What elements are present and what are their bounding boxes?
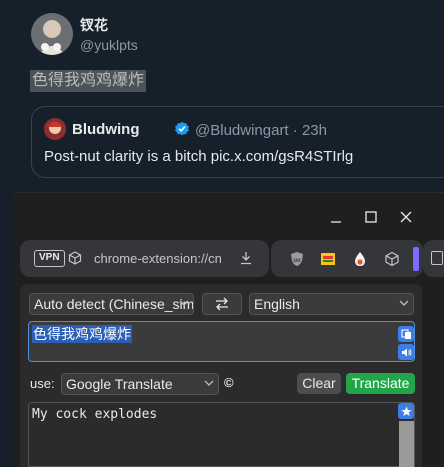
close-button[interactable] [396,209,416,225]
source-language-select[interactable]: Auto detect (Chinese_simplified) [29,293,194,315]
chevron-down-icon [179,300,189,306]
tab-icon[interactable] [431,251,443,265]
maximize-button[interactable] [361,209,381,225]
quoted-time[interactable]: · 23h [293,122,327,139]
extension-cube-icon [68,251,82,265]
vpn-badge[interactable]: VPN [34,250,65,267]
source-text-input[interactable]: 色得我鸡鸡爆炸 [28,321,415,362]
swap-arrows-icon [216,297,228,311]
favorite-button[interactable] [398,403,414,419]
author-name[interactable]: 钗花 [80,15,108,35]
drop-extension-icon[interactable] [352,251,368,267]
engine-label: use: [30,376,55,391]
quoted-handle-text[interactable]: @Bludwingart [195,122,289,139]
speaker-icon [401,348,411,356]
translate-button[interactable]: Translate [346,373,415,394]
maximize-icon [365,211,377,223]
verified-badge-icon [175,121,189,136]
target-language-select[interactable]: English [249,293,414,315]
minimize-button[interactable] [326,209,346,225]
extensions-bar: uo [271,240,423,277]
side-toolbar [423,240,444,277]
copy-icon [400,328,411,339]
source-text: 色得我鸡鸡爆炸 [32,325,132,343]
result-text-area[interactable]: My cock explodes [28,402,415,467]
chevron-down-icon [399,300,409,306]
author-handle[interactable]: @yuklpts [80,37,138,53]
minimize-icon [331,221,341,223]
result-scrollbar[interactable] [399,421,414,467]
copyright-icon[interactable]: © [224,375,234,390]
target-language-value: English [254,296,300,312]
copy-button[interactable] [398,326,414,342]
yellow-extension-icon[interactable] [320,251,336,267]
speak-button[interactable] [398,344,414,360]
url-text[interactable]: chrome-extension://cn [94,251,222,266]
result-text: My cock explodes [32,407,158,422]
puzzle-cube-icon[interactable] [384,251,400,267]
star-icon [401,406,411,416]
engine-value: Google Translate [66,376,173,392]
profile-color-bar[interactable] [413,247,419,271]
svg-text:uo: uo [293,258,301,264]
quoted-author-handle: @Bludwingart · 23h [195,122,327,139]
quoted-author-avatar[interactable] [44,118,66,140]
clear-button[interactable]: Clear [297,373,341,394]
address-bar[interactable]: VPN chrome-extension://cn [20,240,269,277]
quoted-author-name[interactable]: Bludwing [72,121,140,138]
engine-select[interactable]: Google Translate [61,373,219,395]
quoted-tweet-text: Post-nut clarity is a bitch pic.x.com/gs… [44,148,354,165]
chevron-down-icon [204,380,214,386]
author-avatar[interactable] [31,13,73,55]
close-icon [400,211,412,223]
source-language-value: Auto detect (Chinese_simplified) [34,296,194,312]
quoted-tweet-card[interactable]: Bludwing @Bludwingart · 23h Post-nut cla… [31,106,444,178]
download-icon[interactable] [239,251,253,265]
tweet-text: 色得我鸡鸡爆炸 [30,70,147,92]
swap-languages-button[interactable] [202,293,242,315]
ublock-icon[interactable]: uo [289,251,305,267]
